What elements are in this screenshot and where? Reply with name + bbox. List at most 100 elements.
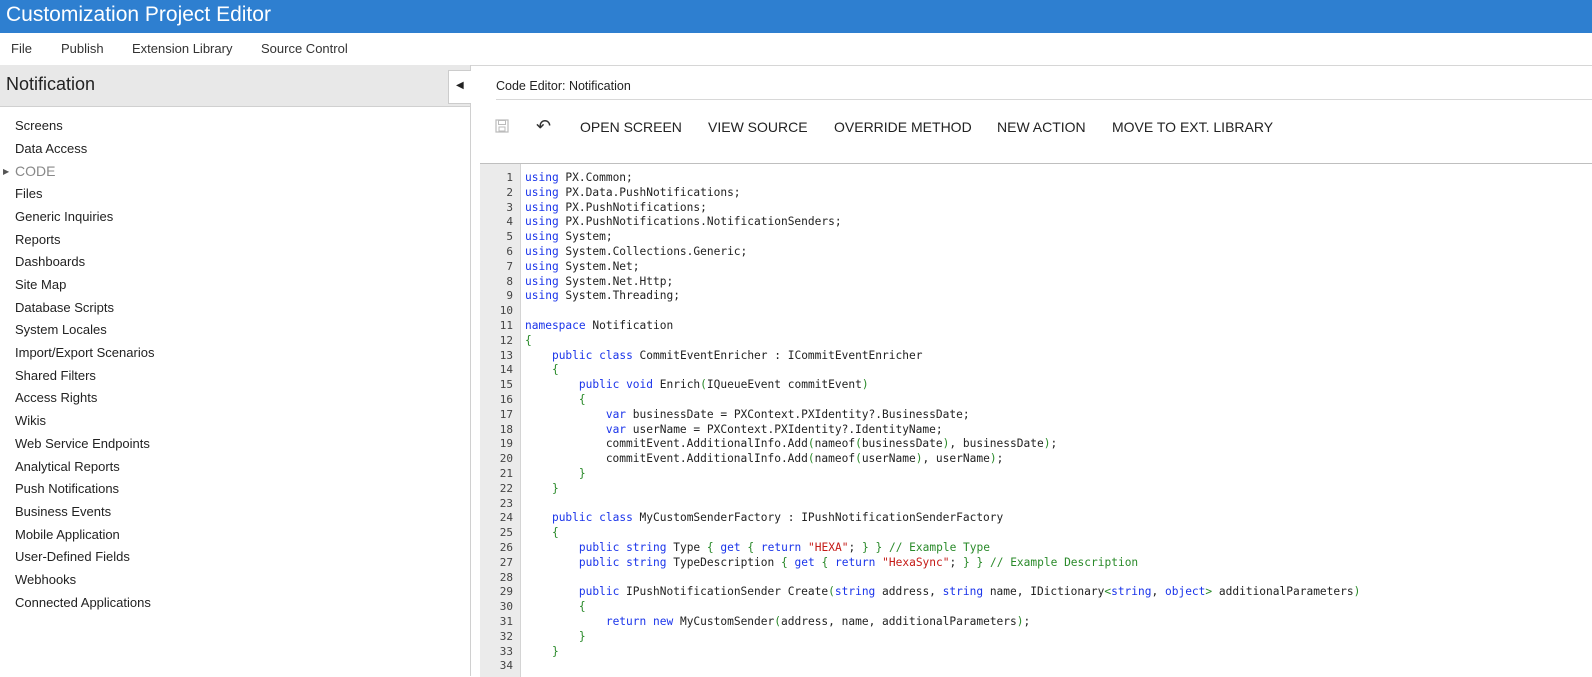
code-line[interactable]: using PX.PushNotifications.NotificationS… [525,215,842,228]
code-line[interactable]: namespace Notification [525,319,673,332]
sidebar-item-files[interactable]: Files [15,186,42,201]
sidebar-item-web-service-endpoints[interactable]: Web Service Endpoints [15,436,150,451]
line-number: 28 [499,570,513,584]
line-number: 7 [506,259,513,273]
line-number: 18 [499,422,513,436]
line-number: 34 [499,659,513,673]
code-line[interactable]: { [525,334,532,347]
line-number: 32 [499,629,513,643]
sidebar-item-connected-applications[interactable]: Connected Applications [15,595,151,610]
new-action-button[interactable]: NEW ACTION [997,119,1086,135]
save-icon[interactable] [495,119,509,137]
code-line[interactable]: public string TypeDescription { get { re… [525,556,1138,569]
code-line[interactable]: public class CommitEventEnricher : IComm… [525,349,922,362]
line-number: 25 [499,526,513,540]
sidebar-item-import-export-scenarios[interactable]: Import/Export Scenarios [15,345,154,360]
override-method-button[interactable]: OVERRIDE METHOD [834,119,972,135]
line-number: 26 [499,541,513,554]
line-number: 22 [499,481,513,495]
expand-arrow-icon[interactable]: ▶ [3,167,9,176]
title-bar: Customization Project Editor [0,0,1592,33]
line-number: 19 [499,437,513,451]
collapse-sidebar-button[interactable]: ◀ [448,70,471,104]
sidebar-item-screens[interactable]: Screens [15,118,63,133]
sidebar-item-push-notifications[interactable]: Push Notifications [15,481,119,496]
line-number: 14 [499,363,513,377]
line-number: 1 [506,171,513,184]
line-number: 5 [506,230,513,244]
app-title: Customization Project Editor [6,3,271,26]
code-line[interactable]: commitEvent.AdditionalInfo.Add(nameof(bu… [525,437,1057,450]
sidebar-item-reports[interactable]: Reports [15,232,61,247]
save-icon-graphic [495,119,509,133]
sidebar-item-mobile-application[interactable]: Mobile Application [15,527,120,542]
code-line[interactable]: var userName = PXContext.PXIdentity?.Ide… [525,423,943,436]
view-source-button[interactable]: VIEW SOURCE [708,119,808,135]
open-screen-button[interactable]: OPEN SCREEN [580,119,682,135]
line-number: 31 [499,615,513,628]
code-line[interactable]: using System.Net.Http; [525,275,673,288]
sidebar-item-shared-filters[interactable]: Shared Filters [15,368,96,383]
code-line[interactable]: using System.Net; [525,260,640,273]
sidebar-header: Notification ◀ [0,65,471,107]
line-number: 17 [499,407,513,421]
project-sidebar: Notification ◀ Screens Data Access CODE ▶ Fi… [0,65,471,676]
line-number: 33 [499,644,513,658]
sidebar-item-dashboards[interactable]: Dashboards [15,254,85,269]
menu-source-control[interactable]: Source Control [261,41,348,56]
menu-bar: File Publish Extension Library Source Co… [0,33,1592,66]
code-line[interactable]: } [525,482,559,495]
line-number: 21 [499,467,513,480]
code-line[interactable]: using PX.Common; [525,171,633,184]
line-number: 29 [499,585,513,599]
code-line[interactable]: var businessDate = PXContext.PXIdentity?… [525,408,970,421]
sidebar-item-wikis[interactable]: Wikis [15,413,46,428]
move-to-ext-library-button[interactable]: MOVE TO EXT. LIBRARY [1112,119,1273,135]
code-line[interactable]: using PX.PushNotifications; [525,201,707,214]
menu-file[interactable]: File [11,41,32,56]
line-number: 10 [499,304,513,318]
menu-extension-library[interactable]: Extension Library [132,41,232,56]
sidebar-item-webhooks[interactable]: Webhooks [15,572,76,587]
code-line[interactable]: commitEvent.AdditionalInfo.Add(nameof(us… [525,452,1004,465]
editor-title: Code Editor: Notification [496,79,631,93]
sidebar-item-system-locales[interactable]: System Locales [15,322,107,337]
sidebar-item-analytical-reports[interactable]: Analytical Reports [15,459,120,474]
sidebar-item-business-events[interactable]: Business Events [15,504,111,519]
code-line[interactable]: } [525,630,586,643]
code-line[interactable]: using PX.Data.PushNotifications; [525,186,741,199]
code-line[interactable]: public void Enrich(IQueueEvent commitEve… [525,378,869,391]
sidebar-item-code[interactable]: CODE [15,163,55,179]
line-number: 20 [499,452,513,466]
sidebar-item-database-scripts[interactable]: Database Scripts [15,300,114,315]
code-line[interactable]: } [525,645,559,658]
line-number: 6 [506,245,513,258]
sidebar-item-site-map[interactable]: Site Map [15,277,66,292]
line-number: 30 [499,600,513,614]
menu-publish[interactable]: Publish [61,41,104,56]
sidebar-item-generic-inquiries[interactable]: Generic Inquiries [15,209,113,224]
code-editor[interactable]: 1 2 3 4 5 6 7 8 9 10 11 12 13 14 15 16 17 18 19 20 21 22 23 24 2… [480,163,1592,677]
code-line[interactable]: using System; [525,230,613,243]
code-line[interactable]: return new MyCustomSender(address, name,… [525,615,1030,628]
line-number: 13 [499,348,513,362]
line-number: 8 [506,274,513,288]
sidebar-item-data-access[interactable]: Data Access [15,141,87,156]
code-line[interactable]: using System.Collections.Generic; [525,245,747,258]
code-line[interactable]: public IPushNotificationSender Create(st… [525,585,1360,598]
sidebar-item-access-rights[interactable]: Access Rights [15,390,97,405]
code-editor-panel: Code Editor: Notification ↶ OPEN SCREEN … [480,65,1592,677]
code-line[interactable]: using System.Threading; [525,289,680,302]
code-line[interactable]: { [525,393,586,406]
code-line[interactable]: } [525,467,586,480]
code-line[interactable]: { [525,526,559,539]
sidebar-item-user-defined-fields[interactable]: User-Defined Fields [15,549,130,564]
code-line[interactable]: { [525,600,586,613]
code-line[interactable]: public string Type { get { return "HEXA"… [525,541,990,554]
undo-icon[interactable]: ↶ [536,116,551,137]
code-line[interactable]: { [525,363,559,376]
line-number: 27 [499,555,513,569]
line-number: 24 [499,511,513,525]
line-number-gutter: 1 2 3 4 5 6 7 8 9 10 11 12 13 14 15 16 17 18 19 20 21 22 23 24 2… [480,164,521,677]
code-line[interactable]: public class MyCustomSenderFactory : IPu… [525,511,1003,524]
